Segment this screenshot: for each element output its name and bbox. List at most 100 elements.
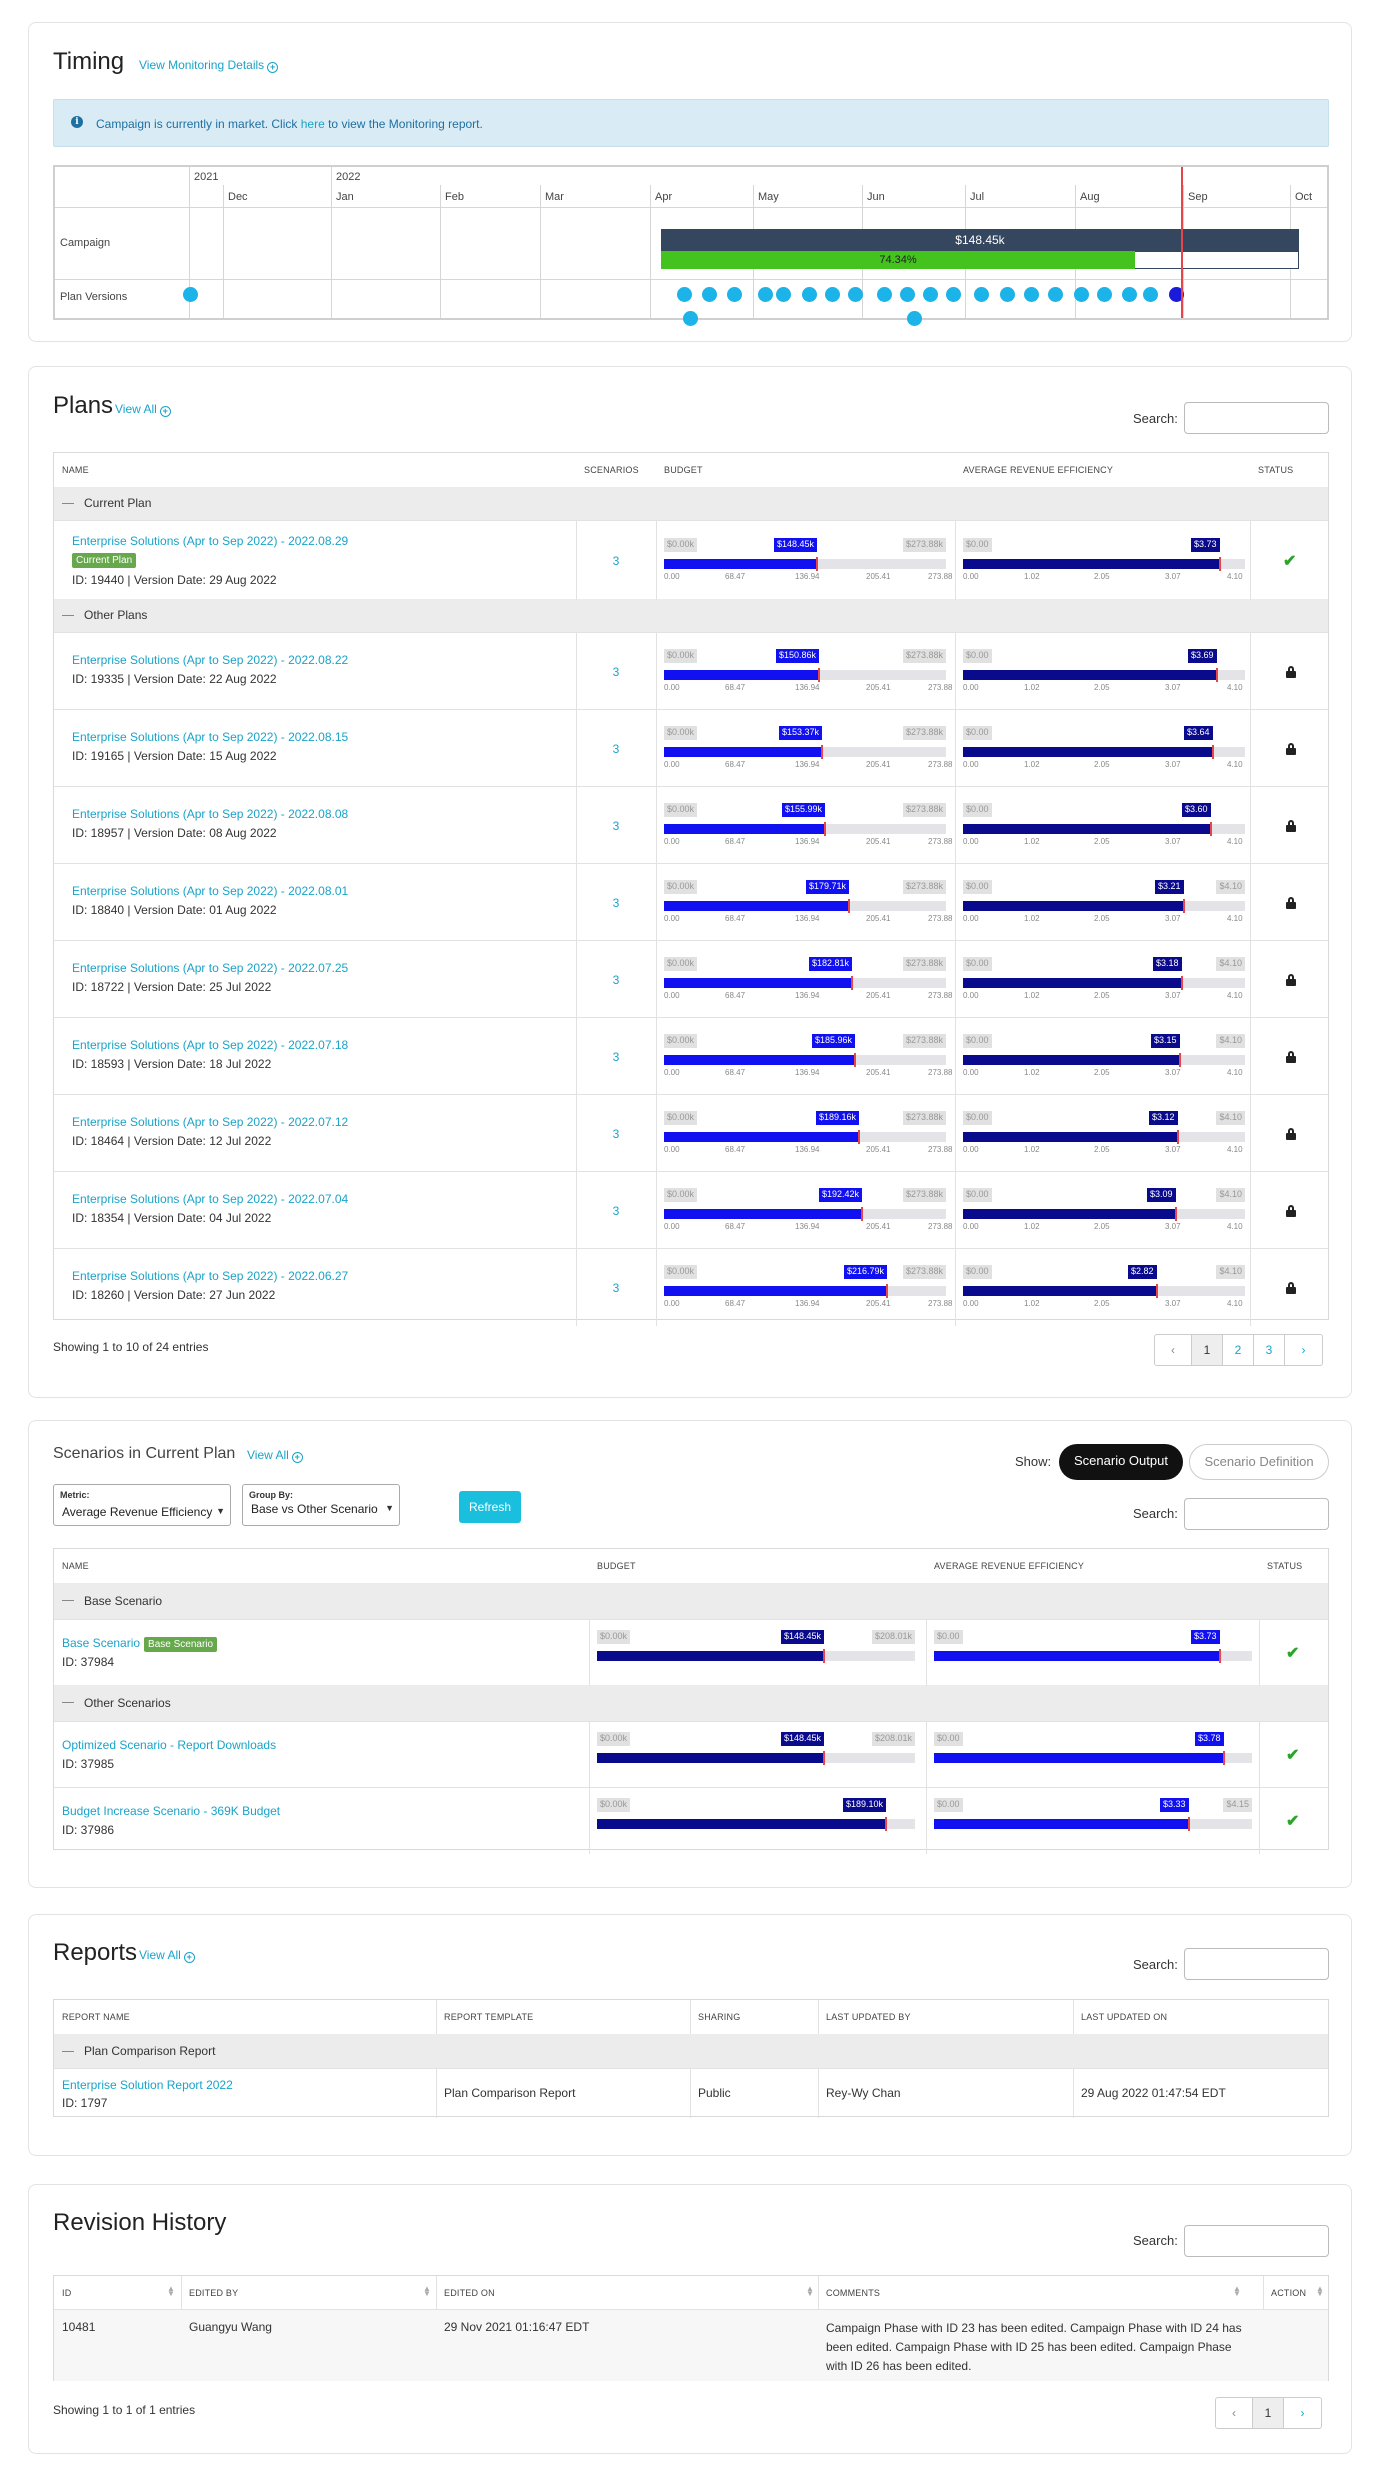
plan-version-dot[interactable] [1000,287,1015,302]
scenarios-count[interactable]: 3 [576,554,656,568]
plan-version-dot[interactable] [848,287,863,302]
plans-view-all-link[interactable]: View All + [115,402,171,417]
col-avg-rev-eff[interactable]: Average Revenue Efficiency [934,1561,1084,1571]
scenarios-count[interactable]: 3 [576,1127,656,1141]
reports-search-input[interactable] [1184,1948,1329,1980]
toggle-scenario-output[interactable]: Scenario Output [1059,1444,1183,1480]
scenario-link[interactable]: Optimized Scenario - Report Downloads [62,1738,276,1752]
plan-version-dot[interactable] [877,287,892,302]
col-status[interactable]: Status [1258,465,1293,475]
scenarios-view-all-link[interactable]: View All + [247,1448,303,1463]
plan-link[interactable]: Enterprise Solutions (Apr to Sep 2022) -… [72,730,348,744]
col-scenarios[interactable]: Scenarios [584,465,639,475]
scenarios-search-input[interactable] [1184,1498,1329,1530]
plan-version-dot[interactable] [1074,287,1089,302]
scenario-link[interactable]: Base Scenario [62,1636,140,1650]
col-id[interactable]: ID [62,2288,71,2298]
plan-version-dot[interactable] [907,311,922,326]
plan-version-dot[interactable] [946,287,961,302]
page-button[interactable]: 1 [1253,2398,1284,2428]
page-button[interactable]: 2 [1223,1335,1254,1365]
prev-page-button[interactable]: ‹ [1216,2398,1253,2428]
col-comments[interactable]: Comments [826,2288,880,2298]
plan-version-dot[interactable] [1024,287,1039,302]
plan-version-dot[interactable] [802,287,817,302]
plan-version-dot[interactable] [1097,287,1112,302]
plan-version-dot[interactable] [758,287,773,302]
toggle-scenario-definition[interactable]: Scenario Definition [1189,1444,1329,1480]
metric-select[interactable]: Metric: Average Revenue Efficiency ▼ [53,1484,231,1526]
plan-version-dot[interactable] [727,287,742,302]
col-action[interactable]: Action [1271,2288,1306,2298]
scenarios-count[interactable]: 3 [576,819,656,833]
col-sharing[interactable]: Sharing [698,2012,740,2022]
group-current-plan[interactable]: Current Plan [54,487,1328,520]
plan-version-dot[interactable] [183,287,198,302]
plan-link[interactable]: Enterprise Solutions (Apr to Sep 2022) -… [72,1269,348,1283]
col-status[interactable]: Status [1267,1561,1302,1571]
next-page-button[interactable]: › [1285,1335,1322,1365]
plan-version-dot[interactable] [683,311,698,326]
revisions-search-input[interactable] [1184,2225,1329,2257]
page-button[interactable]: 1 [1192,1335,1223,1365]
col-avg-rev-eff[interactable]: Average Revenue Efficiency [963,465,1113,475]
scenarios-count[interactable]: 3 [576,1281,656,1295]
plan-link[interactable]: Enterprise Solutions (Apr to Sep 2022) -… [72,1115,348,1129]
plan-version-dot[interactable] [974,287,989,302]
scenarios-count[interactable]: 3 [576,1050,656,1064]
group-plan-comparison-report[interactable]: Plan Comparison Report [54,2034,1328,2068]
scenarios-count[interactable]: 3 [576,665,656,679]
report-link[interactable]: Enterprise Solution Report 2022 [62,2078,233,2092]
col-budget[interactable]: Budget [597,1561,636,1571]
scenario-link[interactable]: Budget Increase Scenario - 369K Budget [62,1804,280,1818]
view-monitoring-link[interactable]: View Monitoring Details + [139,58,279,73]
reports-view-all-link[interactable]: View All + [139,1948,195,1963]
plan-version-dot[interactable] [923,287,938,302]
plan-version-dot[interactable] [825,287,840,302]
group-other-scenarios[interactable]: Other Scenarios [54,1685,1328,1721]
col-budget[interactable]: Budget [664,465,703,475]
plan-link[interactable]: Enterprise Solutions (Apr to Sep 2022) -… [72,1192,348,1206]
plan-link[interactable]: Enterprise Solutions (Apr to Sep 2022) -… [72,807,348,821]
col-edited-on[interactable]: Edited On [444,2288,495,2298]
scenarios-count[interactable]: 3 [576,896,656,910]
page-button[interactable]: 3 [1254,1335,1285,1365]
col-report-template[interactable]: Report Template [444,2012,533,2022]
plan-version-dot[interactable] [1048,287,1063,302]
plan-link[interactable]: Enterprise Solutions (Apr to Sep 2022) -… [72,1038,348,1052]
group-base-scenario[interactable]: Base Scenario [54,1583,1328,1619]
col-edited-by[interactable]: Edited By [189,2288,238,2298]
plan-version-dot[interactable] [702,287,717,302]
col-last-updated-by[interactable]: Last Updated By [826,2012,911,2022]
efficiency-bar-min-label: $0.00 [963,1111,992,1125]
plan-version-dot[interactable] [677,287,692,302]
scenarios-title: Scenarios in Current Plan [53,1445,236,1462]
plan-link[interactable]: Enterprise Solutions (Apr to Sep 2022) -… [72,961,348,975]
col-name[interactable]: Name [62,1561,89,1571]
efficiency-bar-tick: 3.07 [1165,1299,1181,1308]
group-other-plans[interactable]: Other Plans [54,599,1328,632]
plan-version-dot[interactable] [1143,287,1158,302]
plan-version-dot[interactable] [776,287,791,302]
col-report-name[interactable]: Report Name [62,2012,130,2022]
plan-link[interactable]: Enterprise Solutions (Apr to Sep 2022) -… [72,534,348,548]
plan-version-dot[interactable] [900,287,915,302]
next-page-button[interactable]: › [1284,2398,1321,2428]
plan-link[interactable]: Enterprise Solutions (Apr to Sep 2022) -… [72,653,348,667]
plan-link[interactable]: Enterprise Solutions (Apr to Sep 2022) -… [72,884,348,898]
efficiency-bar-tick: 4.10 [1227,572,1243,581]
scenarios-count[interactable]: 3 [576,742,656,756]
col-name[interactable]: Name [62,465,89,475]
plan-version-dot[interactable] [1122,287,1137,302]
scenarios-count[interactable]: 3 [576,1204,656,1218]
budget-bar-value-label: $189.16k [816,1111,860,1125]
plans-search-input[interactable] [1184,402,1329,434]
col-last-updated-on[interactable]: Last Updated On [1081,2012,1167,2022]
monitoring-here-link[interactable]: here [301,117,325,131]
campaign-bar[interactable]: $148.45k [661,229,1299,251]
refresh-button[interactable]: Refresh [459,1491,521,1523]
prev-page-button[interactable]: ‹ [1155,1335,1192,1365]
groupby-select[interactable]: Group By: Base vs Other Scenario ▼ [242,1484,400,1526]
budget-bar-tick: 136.94 [795,1299,820,1308]
scenarios-count[interactable]: 3 [576,973,656,987]
